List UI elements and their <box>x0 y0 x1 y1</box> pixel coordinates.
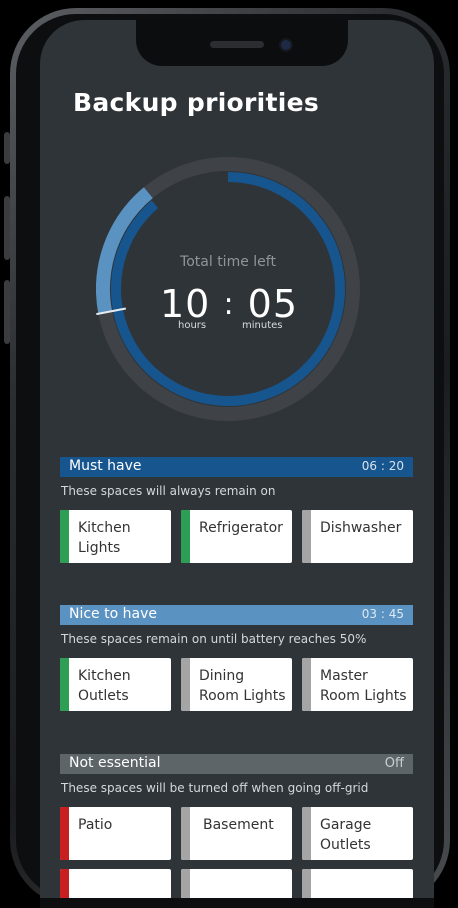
space-label: Garage Outlets <box>320 817 372 853</box>
section-name: Nice to have <box>69 606 157 622</box>
speaker-grille <box>210 41 264 48</box>
space-card-kitchen-outlets[interactable]: Kitchen Outlets <box>60 658 171 711</box>
space-card-basement[interactable]: Basement <box>181 807 292 860</box>
space-card-dishwasher[interactable]: Dishwasher <box>302 510 413 563</box>
section-time: 03 : 45 <box>361 607 404 621</box>
section-nice-to-have[interactable]: Nice to have 03 : 45 <box>60 605 413 625</box>
volume-down-button <box>4 280 10 344</box>
priority-strip <box>181 807 190 860</box>
section-description: These spaces remain on until battery rea… <box>61 632 367 646</box>
section-time: 06 : 20 <box>361 459 404 473</box>
space-card-partial[interactable] <box>302 869 413 899</box>
section-not-essential[interactable]: Not essential Off <box>60 754 413 774</box>
space-card-partial[interactable] <box>60 869 171 899</box>
space-card-master-room-lights[interactable]: Master Room Lights <box>302 658 413 711</box>
space-label: Dining Room Lights <box>199 668 286 704</box>
time-left-label: Total time left <box>180 254 276 270</box>
space-card-refrigerator[interactable]: Refrigerator <box>181 510 292 563</box>
priority-strip <box>302 658 311 711</box>
front-camera <box>281 40 291 50</box>
space-card-dining-room-lights[interactable]: Dining Room Lights <box>181 658 292 711</box>
space-label: Master Room Lights <box>320 668 407 704</box>
space-card-kitchen-lights[interactable]: Kitchen Lights <box>60 510 171 563</box>
space-card-partial[interactable] <box>181 869 292 899</box>
priority-strip <box>302 869 311 899</box>
section-name: Not essential <box>69 755 161 771</box>
minutes-unit: minutes <box>242 320 283 331</box>
space-label: Basement <box>203 817 274 833</box>
space-card-patio[interactable]: Patio <box>60 807 171 860</box>
section-name: Must have <box>69 458 142 474</box>
priority-strip <box>60 658 69 711</box>
volume-up-button <box>4 196 10 260</box>
space-label: Dishwasher <box>320 520 402 536</box>
priority-strip <box>302 807 311 860</box>
mute-switch <box>4 132 10 164</box>
section-description: These spaces will always remain on <box>61 484 276 498</box>
priority-strip <box>60 807 69 860</box>
priority-strip <box>181 869 190 899</box>
space-label: Patio <box>78 817 113 833</box>
section-time: Off <box>384 756 404 771</box>
hours-unit: hours <box>178 320 207 331</box>
priority-strip <box>60 510 69 563</box>
section-must-have[interactable]: Must have 06 : 20 <box>60 457 413 477</box>
bottom-bezel <box>40 898 434 908</box>
section-description: These spaces will be turned off when goi… <box>61 781 369 795</box>
priority-strip <box>181 658 190 711</box>
space-label: Kitchen Outlets <box>78 668 131 704</box>
space-card-garage-outlets[interactable]: Garage Outlets <box>302 807 413 860</box>
space-label: Refrigerator <box>199 520 283 536</box>
priority-strip <box>302 510 311 563</box>
space-label: Kitchen Lights <box>78 520 131 556</box>
priority-strip <box>60 869 69 899</box>
priority-strip <box>181 510 190 563</box>
page-title: Backup priorities <box>73 88 320 117</box>
time-separator: : <box>223 287 235 322</box>
